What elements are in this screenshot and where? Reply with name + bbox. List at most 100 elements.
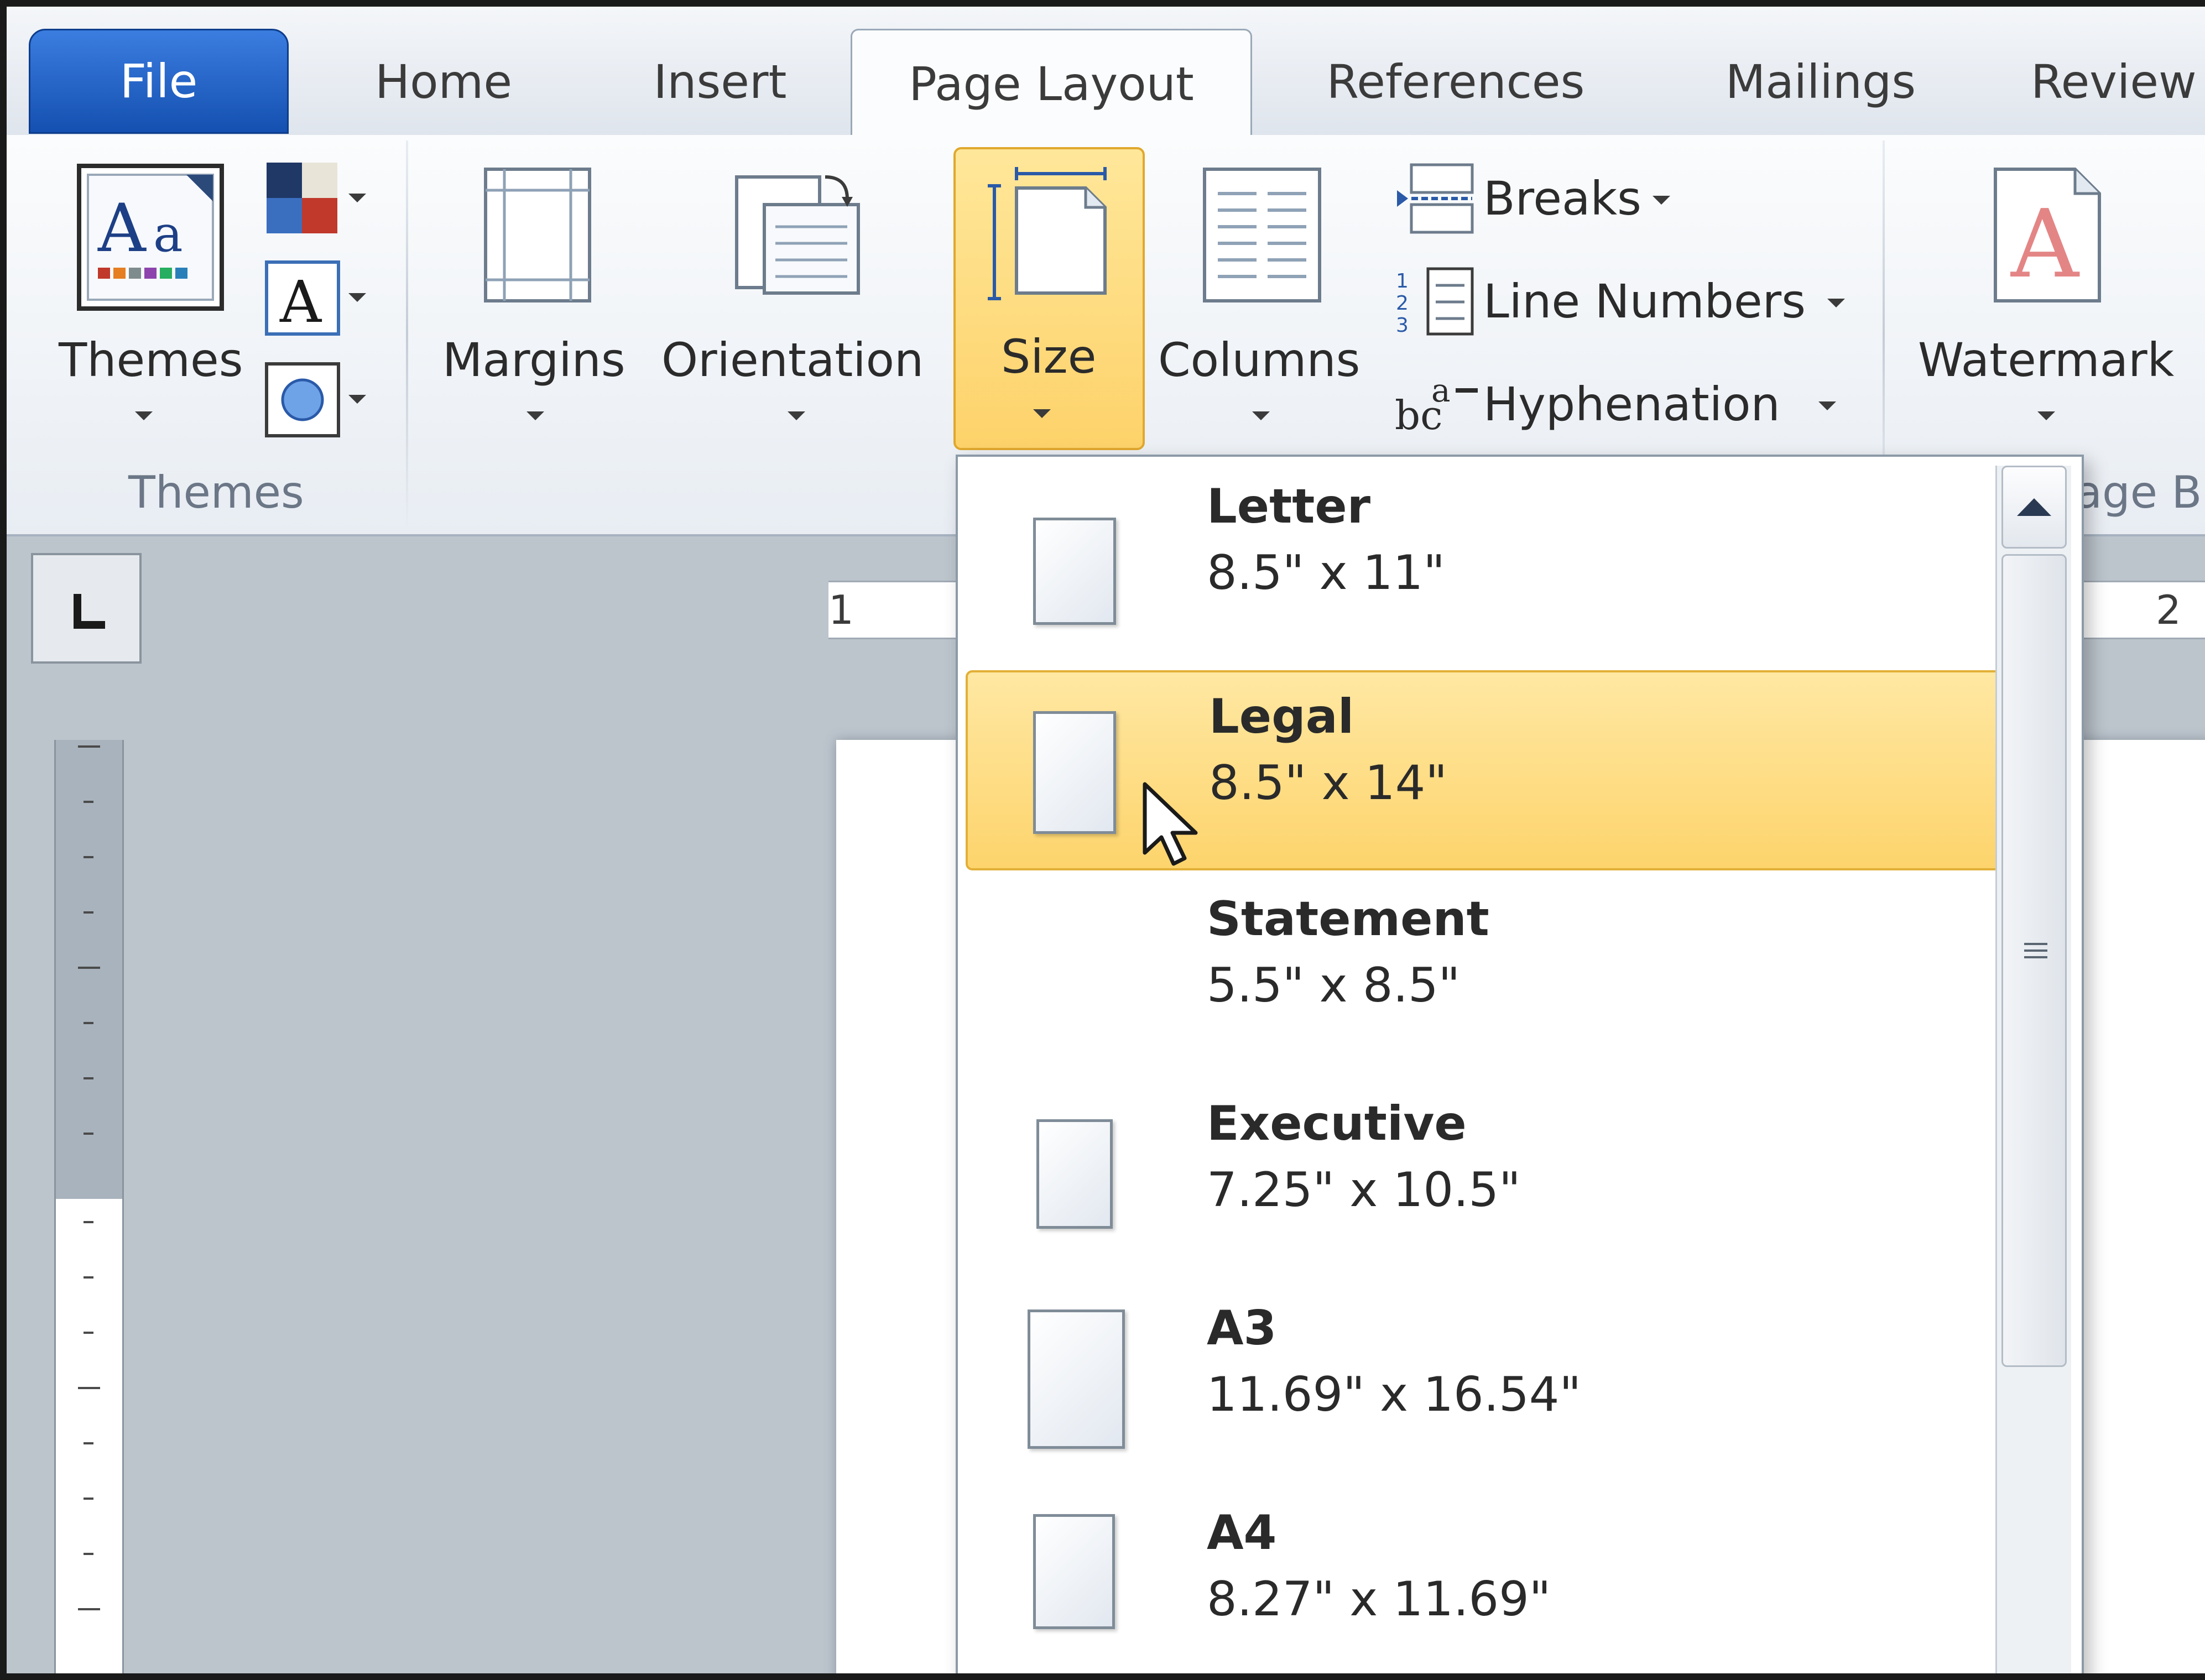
size-button-label: Size: [1001, 330, 1097, 384]
themes-button-label: Themes: [59, 333, 243, 387]
group-separator: [406, 140, 408, 528]
ruler-tick: [84, 1498, 93, 1500]
ribbon-tab-strip: File Home Insert Page Layout References …: [7, 7, 2205, 137]
theme-fonts-button[interactable]: A: [264, 260, 375, 337]
ruler-mark-1: 1: [828, 587, 854, 633]
size-option-statement[interactable]: Statement 5.5" x 8.5": [966, 875, 2005, 1075]
svg-text:A: A: [279, 268, 322, 336]
ruler-tick: [84, 1133, 93, 1135]
size-menu-scrollbar[interactable]: [1995, 466, 2071, 1673]
page-size-icon: [1033, 1514, 1115, 1629]
tab-review[interactable]: Review: [2031, 29, 2205, 135]
svg-text:3: 3: [1396, 314, 1409, 337]
watermark-button-label: Watermark: [1918, 333, 2175, 387]
page-background-group-label: age B: [2075, 467, 2202, 518]
ruler-tick: [84, 911, 93, 914]
size-option-a4[interactable]: A4 8.27" x 11.69": [966, 1489, 2005, 1673]
margins-button[interactable]: [432, 152, 643, 439]
line-numbers-label: Line Numbers: [1483, 274, 1806, 328]
ruler-tick: [84, 1276, 93, 1279]
theme-effects-arrow-icon: [348, 395, 366, 404]
breaks-label: Breaks: [1483, 171, 1641, 226]
svg-text:2: 2: [1396, 292, 1409, 315]
orientation-button[interactable]: [659, 152, 936, 439]
breaks-button[interactable]: Breaks: [1389, 157, 1699, 240]
ruler-tick: [78, 745, 100, 748]
size-option-name: Statement: [1207, 891, 1489, 947]
ruler-tick: [84, 1022, 93, 1024]
ruler-tick: [84, 1221, 93, 1223]
size-option-name: Legal: [1209, 689, 1354, 744]
hyphenation-arrow-icon: [1818, 401, 1836, 410]
size-option-dimensions: 7.25" x 10.5": [1207, 1162, 1521, 1218]
tab-selector-button[interactable]: [31, 553, 142, 664]
ruler-tick: [84, 1553, 93, 1555]
svg-text:A: A: [2010, 190, 2080, 299]
svg-text:a: a: [1431, 372, 1451, 409]
tab-file-label: File: [119, 54, 198, 108]
tab-page-layout[interactable]: Page Layout: [851, 29, 1252, 137]
ruler-tick: [84, 1332, 93, 1334]
size-option-a3[interactable]: A3 11.69" x 16.54": [966, 1284, 2005, 1484]
orientation-arrow-icon: [788, 411, 805, 420]
page-size-icon: [1033, 711, 1116, 834]
size-option-dimensions: 8.5" x 11": [1207, 545, 1445, 601]
ruler-tick: [78, 1608, 100, 1610]
columns-button[interactable]: [1157, 152, 1367, 439]
ruler-mark-2: 2: [2156, 587, 2181, 633]
columns-button-label: Columns: [1158, 333, 1360, 387]
size-option-letter[interactable]: Letter 8.5" x 11": [966, 462, 2005, 662]
ruler-tick: [84, 801, 93, 803]
size-option-dimensions: 8.27" x 11.69": [1207, 1572, 1551, 1627]
themes-icon: A a: [77, 164, 224, 311]
size-option-executive[interactable]: Executive 7.25" x 10.5": [966, 1079, 2005, 1280]
tab-insert[interactable]: Insert: [604, 29, 836, 135]
tab-mailings-label: Mailings: [1725, 55, 1916, 109]
themes-button[interactable]: A a: [51, 152, 250, 439]
theme-fonts-arrow-icon: [348, 293, 366, 302]
size-option-name: Letter: [1207, 479, 1371, 534]
theme-fonts-icon: A: [265, 260, 340, 336]
tab-home[interactable]: Home: [327, 29, 560, 135]
orientation-button-label: Orientation: [661, 333, 924, 387]
scroll-grip-icon: [2024, 943, 2047, 958]
breaks-arrow-icon: [1653, 196, 1670, 205]
vertical-ruler[interactable]: [54, 740, 124, 1673]
mouse-cursor-icon: [1143, 782, 1198, 866]
tab-references[interactable]: References: [1273, 29, 1638, 135]
svg-text:1: 1: [1396, 270, 1409, 293]
breaks-icon: [1397, 163, 1474, 234]
tab-file[interactable]: File: [29, 29, 289, 134]
svg-text:A: A: [97, 190, 147, 267]
page-size-icon: [1028, 1309, 1125, 1449]
theme-effects-button[interactable]: [264, 362, 375, 439]
hyphenation-icon: bc a: [1395, 372, 1478, 439]
hyphenation-button[interactable]: bc a Hyphenation: [1389, 363, 1843, 446]
svg-text:a: a: [153, 205, 183, 263]
size-option-legal[interactable]: Legal 8.5" x 14": [966, 670, 2005, 870]
scroll-up-arrow-icon: [2017, 498, 2051, 516]
left-tab-stop-icon: [74, 594, 105, 629]
tab-mailings[interactable]: Mailings: [1682, 29, 1959, 135]
scroll-thumb[interactable]: [2001, 554, 2067, 1367]
page-size-icon: [1036, 1119, 1113, 1229]
word-window: File Home Insert Page Layout References …: [0, 0, 2205, 1680]
tab-review-label: Review: [2031, 55, 2197, 109]
theme-colors-button[interactable]: [264, 160, 375, 238]
scroll-up-button[interactable]: [2001, 466, 2067, 549]
size-option-dimensions: 5.5" x 8.5": [1207, 958, 1461, 1013]
size-option-dimensions: 8.5" x 14": [1209, 755, 1447, 811]
margins-icon: [484, 168, 591, 302]
ruler-tick: [78, 1387, 100, 1389]
ruler-tick: [84, 1077, 93, 1079]
margins-button-label: Margins: [442, 333, 625, 387]
line-numbers-arrow-icon: [1827, 299, 1845, 307]
watermark-button[interactable]: A: [1909, 152, 2175, 439]
line-numbers-button[interactable]: 1 2 3 Line Numbers: [1389, 260, 1876, 343]
orientation-icon: [735, 175, 860, 295]
tab-insert-label: Insert: [653, 55, 787, 109]
hyphenation-label: Hyphenation: [1483, 377, 1780, 431]
size-button[interactable]: Size: [953, 147, 1145, 450]
size-option-dimensions: 11.69" x 16.54": [1207, 1367, 1582, 1422]
margins-arrow-icon: [527, 411, 544, 420]
